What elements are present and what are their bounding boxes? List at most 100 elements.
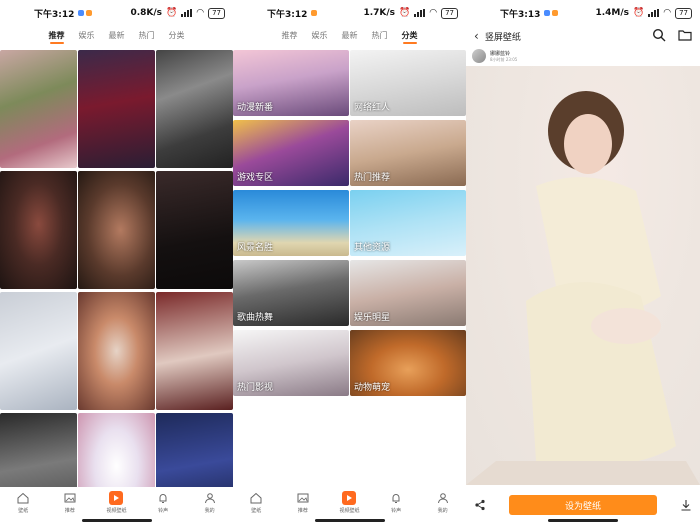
tab-recommend[interactable]: 推荐 [282, 26, 298, 46]
app-notify-icon [78, 10, 85, 16]
category-dance[interactable]: 歌曲热舞 [233, 260, 349, 326]
nav-ringtone[interactable]: 铃声 [143, 491, 183, 514]
nav-profile[interactable]: 我的 [423, 491, 463, 514]
status-bar: 下午3:12 1.7K/s ⏰ ◠ 77 [233, 0, 466, 26]
wallpaper-preview[interactable] [466, 66, 700, 485]
alarm-icon: ⏰ [633, 8, 645, 18]
tab-category[interactable]: 分类 [169, 26, 185, 46]
tab-latest[interactable]: 最新 [342, 26, 358, 46]
notification-icons [78, 10, 93, 16]
category-label: 歌曲热舞 [237, 313, 274, 323]
wallpaper-illustration [466, 91, 700, 485]
category-label: 动物萌宠 [354, 383, 391, 393]
share-icon[interactable] [474, 496, 486, 515]
status-time: 下午3:12 [267, 9, 308, 20]
set-wallpaper-button[interactable]: 设为壁纸 [509, 495, 657, 515]
status-bar: 下午3:12 0.8K/s ⏰ ◠ 77 [0, 0, 233, 26]
nav-label: 铃声 [391, 508, 402, 514]
notification-icons [311, 10, 318, 16]
category-influencer[interactable]: 网络红人 [350, 50, 466, 116]
category-pets[interactable]: 动物萌宠 [350, 330, 466, 396]
back-arrow-icon[interactable]: ‹ [474, 29, 479, 43]
category-hot[interactable]: 热门推荐 [350, 120, 466, 186]
wallpaper-thumb[interactable] [0, 171, 77, 289]
search-icon[interactable] [652, 27, 666, 46]
category-other[interactable]: 其他资源 [350, 190, 466, 256]
top-tabs: 推荐 娱乐 最新 热门 分类 [0, 26, 233, 46]
tab-hot[interactable]: 热门 [372, 26, 388, 46]
wallpaper-thumb[interactable] [156, 50, 233, 168]
wallpaper-thumb[interactable] [78, 50, 155, 168]
wallpaper-detail-screen: 下午3:13 1.4M/s ⏰ ◠ 77 ‹ 竖屏壁纸 娜娜蓝铃 8小时前 23… [466, 0, 700, 525]
category-scenery[interactable]: 风景名胜 [233, 190, 349, 256]
app-notify-icon [552, 10, 559, 16]
nav-label: 壁纸 [251, 508, 262, 514]
category-label: 动漫新番 [237, 103, 274, 113]
app-notify-icon [86, 10, 93, 16]
category-label: 其他资源 [354, 243, 391, 253]
avatar[interactable] [472, 49, 486, 63]
tab-category[interactable]: 分类 [402, 26, 418, 46]
nav-wallpaper[interactable]: 壁纸 [236, 491, 276, 514]
tab-entertainment[interactable]: 娱乐 [312, 26, 328, 46]
nav-recommend[interactable]: 推荐 [50, 491, 90, 514]
download-icon[interactable] [680, 496, 692, 515]
network-speed: 0.8K/s [130, 8, 162, 18]
alarm-icon: ⏰ [399, 8, 411, 18]
signal-icon [648, 9, 660, 17]
home-indicator[interactable] [314, 519, 385, 522]
author-name: 娜娜蓝铃 [490, 50, 511, 57]
category-grid: 动漫新番 网络红人 游戏专区 热门推荐 风景名胜 其他资源 歌曲热舞 娱乐明星 … [233, 50, 466, 396]
recommend-screen: 下午3:12 0.8K/s ⏰ ◠ 77 推荐 娱乐 最新 热门 分类 壁纸 推… [0, 0, 233, 525]
tab-recommend[interactable]: 推荐 [49, 26, 65, 46]
battery-indicator: 77 [441, 7, 458, 19]
tab-hot[interactable]: 热门 [139, 26, 155, 46]
detail-header: ‹ 竖屏壁纸 [466, 26, 700, 46]
author-row[interactable]: 娜娜蓝铃 8小时前 23:05 [472, 49, 517, 63]
tab-latest[interactable]: 最新 [109, 26, 125, 46]
nav-label: 壁纸 [18, 508, 29, 514]
nav-recommend[interactable]: 推荐 [283, 491, 323, 514]
app-notify-icon [544, 10, 551, 16]
signal-icon [414, 9, 426, 17]
home-indicator[interactable] [548, 519, 618, 522]
category-label: 网络红人 [354, 103, 391, 113]
nav-profile[interactable]: 我的 [190, 491, 230, 514]
category-anime[interactable]: 动漫新番 [233, 50, 349, 116]
nav-video-wallpaper[interactable]: 视频壁纸 [329, 491, 369, 514]
status-time: 下午3:13 [500, 9, 541, 20]
folder-icon[interactable] [678, 27, 692, 46]
wifi-icon: ◠ [196, 8, 205, 18]
wallpaper-thumb[interactable] [156, 292, 233, 410]
nav-video-wallpaper[interactable]: 视频壁纸 [96, 491, 136, 514]
post-time: 8小时前 23:05 [490, 56, 518, 62]
category-games[interactable]: 游戏专区 [233, 120, 349, 186]
play-icon [342, 491, 357, 505]
nav-label: 视频壁纸 [339, 508, 360, 514]
app-notify-icon [311, 10, 318, 16]
status-bar: 下午3:13 1.4M/s ⏰ ◠ 77 [466, 0, 700, 26]
user-icon [436, 491, 450, 505]
tab-entertainment[interactable]: 娱乐 [79, 26, 95, 46]
wifi-icon: ◠ [429, 8, 438, 18]
nav-ringtone[interactable]: 铃声 [376, 491, 416, 514]
nav-label: 推荐 [297, 508, 308, 514]
category-stars[interactable]: 娱乐明星 [350, 260, 466, 326]
play-icon [109, 491, 124, 505]
wallpaper-thumb[interactable] [0, 292, 77, 410]
category-movies[interactable]: 热门影视 [233, 330, 349, 396]
nav-label: 铃声 [158, 508, 169, 514]
top-tabs: 推荐 娱乐 最新 热门 分类 [233, 26, 466, 46]
image-icon [296, 491, 310, 505]
wallpaper-thumb[interactable] [0, 50, 77, 168]
category-label: 娱乐明星 [354, 313, 391, 323]
bell-icon [389, 491, 403, 505]
home-indicator[interactable] [81, 519, 152, 522]
wallpaper-thumb[interactable] [156, 171, 233, 289]
wallpaper-grid [0, 50, 233, 525]
battery-indicator: 77 [208, 7, 225, 19]
status-time: 下午3:12 [34, 9, 75, 20]
wallpaper-thumb[interactable] [78, 171, 155, 289]
wallpaper-thumb[interactable] [78, 292, 155, 410]
nav-wallpaper[interactable]: 壁纸 [3, 491, 43, 514]
